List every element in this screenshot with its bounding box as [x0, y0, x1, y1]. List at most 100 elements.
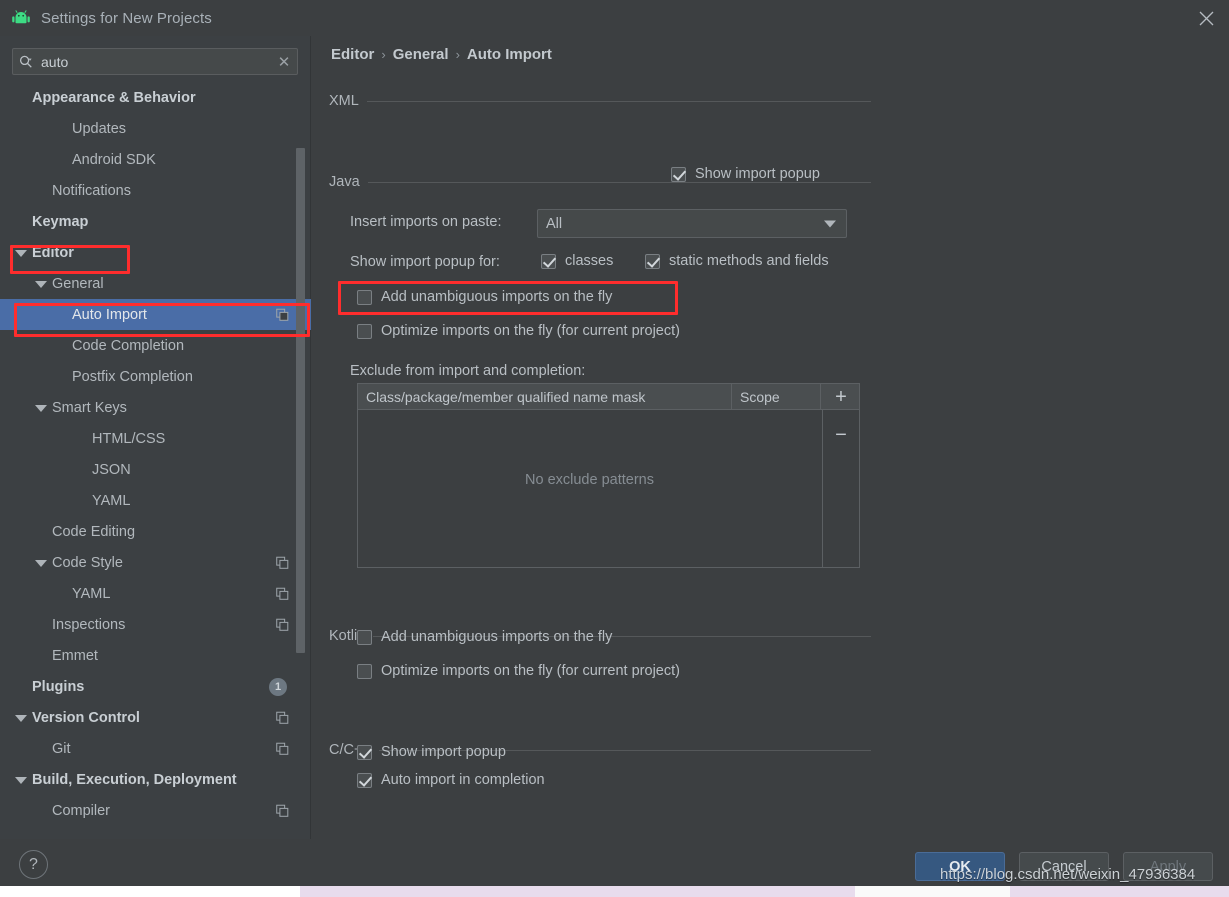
sidebar-item-postfix-completion[interactable]: Postfix Completion [0, 361, 311, 392]
search-area: ✕ [0, 36, 310, 81]
sidebar-scrollbar[interactable] [296, 148, 305, 653]
chevron-down-icon[interactable] [14, 773, 28, 787]
sidebar-item-auto-import[interactable]: Auto Import [0, 299, 311, 330]
insert-imports-on-paste-dropdown[interactable]: All [537, 209, 847, 238]
sidebar-item-compiler[interactable]: Compiler [0, 795, 311, 826]
checkbox-box[interactable] [357, 663, 372, 679]
sidebar-item-appearance-behavior[interactable]: Appearance & Behavior [0, 82, 311, 113]
sidebar-item-json[interactable]: JSON [0, 454, 311, 485]
sidebar-item-emmet[interactable]: Emmet [0, 640, 311, 671]
page-strip-gap [855, 886, 1010, 897]
copy-settings-icon[interactable] [276, 804, 289, 817]
checkbox-box[interactable] [541, 253, 556, 269]
sidebar-item-label: Plugins [32, 678, 85, 695]
sidebar-item-label: Git [52, 740, 71, 757]
chevron-down-icon[interactable] [34, 277, 48, 291]
sidebar-item-code-style[interactable]: Code Style [0, 547, 311, 578]
checkbox-box[interactable] [357, 289, 372, 305]
checkbox-java-static-methods-and-fields[interactable]: static methods and fields [645, 253, 829, 269]
sidebar-item-inspections[interactable]: Inspections [0, 609, 311, 640]
breadcrumb-item-1: Editor [331, 46, 375, 63]
exclude-from-import-label: Exclude from import and completion: [350, 363, 586, 379]
sidebar-item-label: JSON [92, 461, 131, 478]
breadcrumb: Editor › General › Auto Import [331, 46, 552, 63]
help-icon[interactable]: ? [19, 850, 48, 879]
plus-icon[interactable]: + [823, 384, 859, 410]
exclude-patterns-table[interactable]: Class/package/member qualified name mask… [357, 383, 860, 568]
sidebar-item-build-execution-deployment[interactable]: Build, Execution, Deployment [0, 764, 311, 795]
close-icon[interactable] [1183, 0, 1229, 36]
copy-settings-icon[interactable] [276, 556, 289, 569]
checkbox-kotlin-add-unambiguous-imports[interactable]: Add unambiguous imports on the fly [357, 629, 612, 645]
breadcrumb-item-2: General [392, 46, 449, 63]
sidebar-item-editor[interactable]: Editor [0, 237, 311, 268]
checkbox-cpp-show-import-popup[interactable]: Show import popup [357, 744, 506, 760]
copy-settings-icon[interactable] [276, 742, 289, 755]
checkbox-cpp-auto-import-in-completion[interactable]: Auto import in completion [357, 772, 545, 788]
chevron-right-icon: › [381, 47, 386, 62]
checkbox-box[interactable] [645, 253, 660, 269]
checkbox-java-add-unambiguous-imports[interactable]: Add unambiguous imports on the fly [357, 289, 612, 305]
sidebar-item-label: Code Style [52, 554, 123, 571]
checkbox-java-classes[interactable]: classes [541, 253, 613, 269]
dialog-buttons: OK Cancel Apply [915, 852, 1213, 881]
apply-button[interactable]: Apply [1123, 852, 1213, 881]
sidebar-item-keymap[interactable]: Keymap [0, 206, 311, 237]
sidebar-item-updates[interactable]: Updates [0, 113, 311, 144]
sidebar-item-general[interactable]: General [0, 268, 311, 299]
sidebar-item-yaml[interactable]: YAML [0, 578, 311, 609]
copy-settings-icon[interactable] [276, 587, 289, 600]
sidebar-item-label: Compiler [52, 802, 111, 819]
chevron-down-icon[interactable] [14, 246, 28, 260]
sidebar-item-code-completion[interactable]: Code Completion [0, 330, 311, 361]
column-header-name-mask[interactable]: Class/package/member qualified name mask [358, 384, 732, 409]
checkbox-kotlin-optimize-imports[interactable]: Optimize imports on the fly (for current… [357, 663, 680, 679]
sidebar-item-android-sdk[interactable]: Android SDK [0, 144, 311, 175]
sidebar-item-html-css[interactable]: HTML/CSS [0, 423, 311, 454]
sidebar-item-label: Code Editing [52, 523, 136, 540]
sidebar-item-code-editing[interactable]: Code Editing [0, 516, 311, 547]
checkbox-box[interactable] [357, 744, 372, 760]
sidebar-item-label: Build, Execution, Deployment [32, 771, 237, 788]
sidebar-item-notifications[interactable]: Notifications [0, 175, 311, 206]
checkbox-box[interactable] [357, 772, 372, 788]
column-header-scope[interactable]: Scope [732, 384, 821, 409]
copy-settings-icon[interactable] [276, 308, 289, 321]
sidebar-item-version-control[interactable]: Version Control [0, 702, 311, 733]
copy-settings-icon[interactable] [276, 618, 289, 631]
cancel-button[interactable]: Cancel [1019, 852, 1109, 881]
sidebar-item-plugins[interactable]: Plugins 1 [0, 671, 311, 702]
sidebar-item-smart-keys[interactable]: Smart Keys [0, 392, 311, 423]
checkbox-box[interactable] [357, 323, 372, 339]
settings-tree[interactable]: Appearance & Behavior Updates Android SDK N… [0, 82, 311, 839]
chevron-down-icon[interactable] [14, 711, 28, 725]
sidebar-item-git[interactable]: Git [0, 733, 311, 764]
checkbox-label: Optimize imports on the fly (for current… [381, 663, 680, 679]
sidebar-item-yaml[interactable]: YAML [0, 485, 311, 516]
chevron-down-icon [824, 220, 836, 227]
checkbox-box[interactable] [357, 629, 372, 645]
settings-dialog: Settings for New Projects ✕ Appe [0, 0, 1229, 897]
sidebar-item-label: Appearance & Behavior [32, 89, 196, 106]
search-box[interactable]: ✕ [12, 48, 298, 75]
group-title-xml: XML [329, 93, 359, 109]
chevron-down-icon[interactable] [34, 401, 48, 415]
copy-settings-icon[interactable] [276, 711, 289, 724]
group-title-java: Java [329, 174, 360, 190]
checkbox-label: Add unambiguous imports on the fly [381, 289, 613, 305]
clear-icon[interactable]: ✕ [271, 49, 297, 74]
sidebar-item-label: Android SDK [72, 151, 156, 168]
checkbox-java-optimize-imports[interactable]: Optimize imports on the fly (for current… [357, 323, 680, 339]
ok-button[interactable]: OK [915, 852, 1005, 881]
minus-icon[interactable]: − [823, 422, 859, 448]
search-input[interactable] [39, 53, 271, 70]
chevron-down-icon[interactable] [34, 556, 48, 570]
sidebar-item-label: Smart Keys [52, 399, 127, 416]
sidebar-item-label: Auto Import [72, 306, 147, 323]
